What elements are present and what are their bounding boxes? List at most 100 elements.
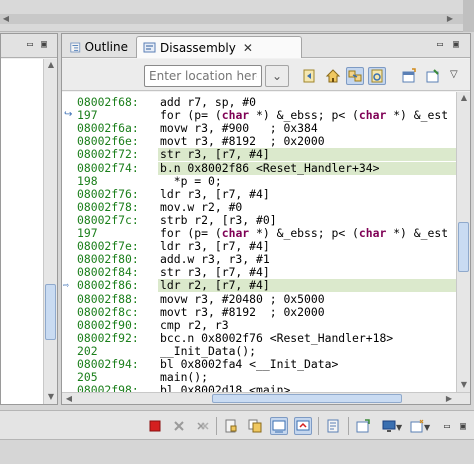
scrollbar-thumb[interactable]	[212, 394, 402, 403]
asm-line[interactable]: 08002f78: mov.w r2, #0	[62, 199, 456, 214]
tab-disassembly-label: Disassembly	[160, 40, 236, 55]
scroll-right-icon[interactable]: ▶	[444, 14, 456, 24]
toolbar-separator	[216, 417, 217, 435]
address: 08002f74:	[77, 160, 139, 175]
asm-line[interactable]: 08002f88: movw r3, #20480 ; 0x5000	[62, 291, 456, 306]
scroll-left-icon[interactable]: ◀	[63, 394, 75, 404]
asm-line[interactable]: 08002f8c: movt r3, #8192 ; 0x2000	[62, 305, 456, 319]
address: 08002f88:	[77, 291, 139, 306]
instruction: mov.w r2, #0	[160, 199, 243, 214]
asm-line[interactable]: 08002f74: b.n 0x8002f86 <Reset_Handler+34…	[62, 160, 456, 175]
location-input[interactable]	[144, 65, 262, 87]
lock-icon	[225, 419, 237, 433]
top-strip: ◀ ▶	[0, 0, 474, 32]
maximize-icon[interactable]: ▣	[453, 39, 459, 50]
left-vertical-scrollbar[interactable]: ▲ ▼	[43, 59, 57, 404]
goto-pc-icon	[303, 69, 315, 83]
scrollbar-thumb[interactable]	[458, 222, 469, 272]
source-line-number: 198	[77, 173, 98, 188]
chevron-down-icon: ⌄	[271, 69, 283, 83]
minimize-icon[interactable]: ▭	[437, 39, 443, 50]
remove-all-icon	[197, 422, 209, 430]
goto-pc-button[interactable]	[300, 67, 318, 85]
asm-line[interactable]: 08002f94: bl 0x8002fa4 <__Init_Data>	[62, 357, 456, 371]
keyword: char	[358, 108, 387, 123]
asm-line[interactable]: 08002f90: cmp r2, r3	[62, 317, 456, 332]
scroll-lock-button[interactable]	[294, 417, 312, 435]
disconnect-button[interactable]	[170, 417, 188, 435]
word-wrap-button[interactable]	[324, 417, 342, 435]
horizontal-scrollbar[interactable]: ◀ ▶	[0, 14, 474, 24]
maximize-icon[interactable]: ▣	[41, 39, 47, 50]
minimize-icon: ▭	[443, 420, 451, 432]
maximize-view-button[interactable]: ▣	[454, 417, 472, 435]
console-icon	[272, 420, 286, 433]
open-console-button[interactable]	[354, 417, 372, 435]
asm-line[interactable]: 08002f98: bl 0x8002d18 <main>	[62, 384, 456, 392]
scroll-right-icon[interactable]: ▶	[443, 394, 455, 404]
source-text: main();	[160, 370, 209, 385]
show-console-button[interactable]	[270, 417, 288, 435]
scroll-up-icon[interactable]: ▲	[45, 60, 57, 70]
address: 08002f72:	[77, 147, 139, 162]
pin-view-button[interactable]	[424, 67, 442, 85]
open-console-icon	[356, 419, 370, 433]
disassembly-code-area[interactable]: 08002f68: add r7, sp, #0 197 for (p= (char …	[62, 92, 456, 392]
tab-outline[interactable]: Outline	[64, 36, 134, 58]
view-menu-icon[interactable]: ▽	[450, 69, 458, 80]
code-horizontal-scrollbar[interactable]: ◀ ▶	[62, 392, 470, 404]
asm-line[interactable]: 08002f92: bcc.n 0x8002f76 <Reset_Handler+…	[62, 330, 456, 345]
scroll-down-icon[interactable]: ▼	[45, 392, 57, 402]
location-dropdown-button[interactable]: ⌄	[265, 65, 289, 87]
scrollbar-thumb[interactable]	[45, 284, 56, 340]
source-text: *) &_est	[386, 226, 449, 240]
asm-line[interactable]: ⇨ 08002f86: ldr r2, [r7, #4]	[62, 279, 456, 293]
address: 08002f90:	[77, 317, 139, 332]
link-editor-button[interactable]	[346, 67, 364, 85]
new-console-icon	[410, 419, 424, 433]
minimize-icon[interactable]: ▭	[27, 39, 33, 50]
home-icon	[325, 69, 341, 83]
breakpoint-marker-icon[interactable]: ↪	[64, 109, 72, 120]
source-text: __Init_Data();	[160, 343, 257, 358]
left-panel: ▭ ▣ ▲ ▼	[0, 33, 58, 405]
asm-line[interactable]: 08002f72: str r3, [r7, #4]	[62, 147, 456, 162]
scroll-up-icon[interactable]: ▲	[458, 93, 470, 103]
tabbar: Outline Disassembly ✕ ▭ ▣	[62, 34, 470, 58]
instruction: ldr r3, [r7, #4]	[160, 186, 270, 201]
scroll-down-icon[interactable]: ▼	[458, 380, 470, 390]
tab-disassembly[interactable]: Disassembly ✕	[136, 36, 302, 58]
disconnect-icon	[174, 421, 184, 431]
toolbar-separator	[318, 417, 319, 435]
terminate-button[interactable]	[146, 417, 164, 435]
instruction: bl 0x8002d18 <main>	[160, 383, 291, 392]
source-text: *) &_est	[386, 108, 449, 123]
left-panel-content[interactable]	[1, 59, 43, 404]
home-button[interactable]	[324, 67, 342, 85]
source-text: *) &_ebss; p< (	[249, 226, 359, 240]
code-vertical-scrollbar[interactable]: ▲ ▼	[456, 92, 470, 392]
instruction: movw r3, #20480 ; 0x5000	[160, 291, 325, 306]
source-icon	[371, 69, 383, 83]
disassembly-icon	[143, 42, 156, 53]
source-text: *) &_ebss; p< (	[249, 108, 359, 123]
scroll-left-icon[interactable]: ◀	[0, 14, 12, 24]
asm-line[interactable]: 08002f76: ldr r3, [r7, #4]	[62, 186, 456, 201]
chevron-down-icon[interactable]: ▼	[396, 423, 402, 432]
address: 08002f92:	[77, 330, 139, 345]
corner-handle	[463, 0, 474, 32]
show-source-button[interactable]	[368, 67, 386, 85]
chevron-down-icon[interactable]: ▼	[424, 423, 430, 432]
instruction: str r3, [r7, #4]	[160, 147, 270, 162]
remove-terminated-button[interactable]	[194, 417, 212, 435]
scroll-lock-icon	[296, 420, 310, 431]
pin-console-button[interactable]	[222, 417, 240, 435]
address: 08002f78:	[77, 199, 139, 214]
toolbar-separator	[348, 417, 349, 435]
new-view-button[interactable]	[400, 67, 418, 85]
keyword: char	[221, 226, 250, 240]
stop-icon	[149, 420, 161, 432]
source-line[interactable]: 198 *p = 0;	[62, 173, 456, 188]
close-icon[interactable]: ✕	[243, 37, 253, 59]
copy-button[interactable]	[246, 417, 264, 435]
